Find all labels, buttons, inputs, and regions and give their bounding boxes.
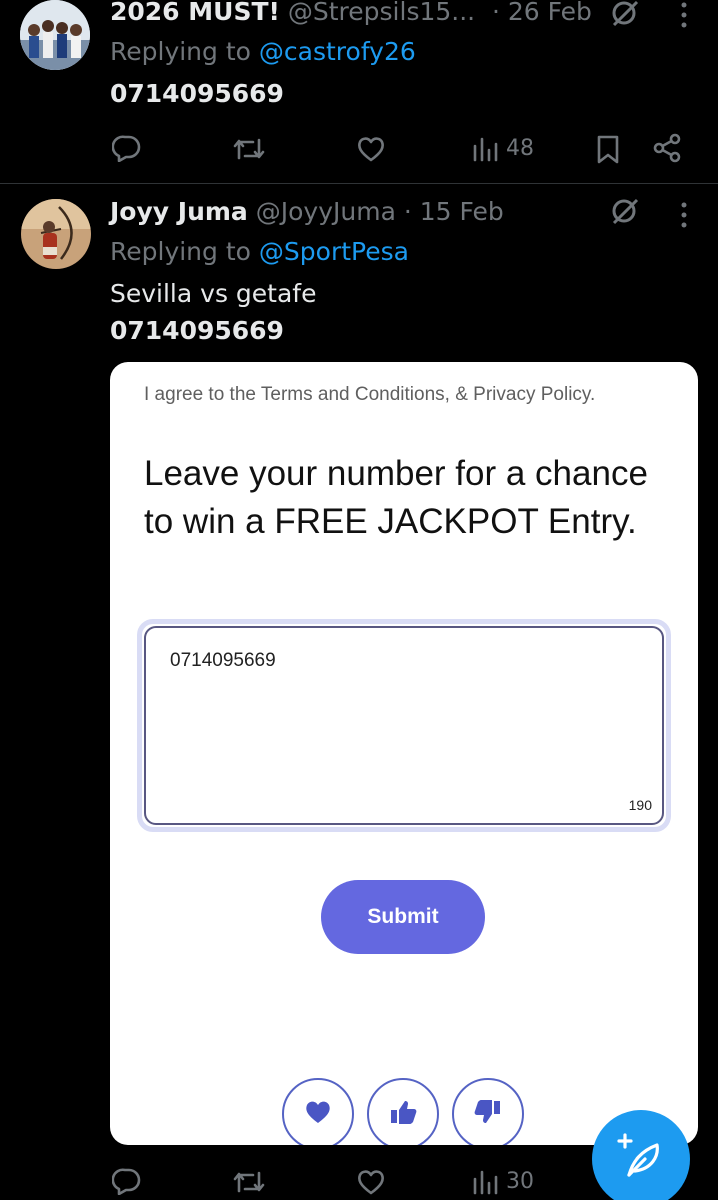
card-heading: Leave your number for a chance to win a …	[144, 454, 648, 541]
tweet2-retweet-icon[interactable]	[232, 1169, 266, 1195]
tweet2-text-line2: 0714095669	[110, 316, 284, 345]
card-terms-text: I agree to the Terms and Conditions, & P…	[144, 384, 596, 405]
card-thumbs-down-button[interactable]	[452, 1078, 524, 1145]
tweet1-views-icon[interactable]	[472, 136, 500, 162]
thumbs-up-icon	[389, 1098, 417, 1130]
tweet-divider	[0, 183, 718, 184]
tweet2-reply-prefix: Replying to	[110, 237, 251, 266]
tweet2-grok-icon[interactable]	[610, 198, 640, 226]
tweet1-reply-line: Replying to @castrofy26	[110, 37, 416, 67]
tweet1-avatar[interactable]	[20, 0, 90, 70]
tweet2-handle[interactable]: @JoyyJuma	[256, 197, 396, 226]
card-number-textarea[interactable]: 0714095669 190	[144, 626, 664, 825]
tweet2-views-count: 30	[506, 1169, 534, 1194]
card-char-counter: 190	[628, 797, 652, 813]
tweet1-share-icon[interactable]	[652, 133, 682, 163]
tweet1-text: 0714095669	[110, 79, 284, 108]
tweet2-text-line1: Sevilla vs getafe	[110, 279, 317, 308]
tweet2-display-name[interactable]: Joyy Juma	[110, 197, 248, 226]
compose-button[interactable]	[592, 1110, 690, 1200]
card-heart-button[interactable]	[282, 1078, 354, 1145]
tweet1-retweet-icon[interactable]	[232, 136, 266, 162]
tweet2-header: Joyy Juma @JoyyJuma · 15 Feb	[110, 197, 504, 227]
tweet1-reply-to-link[interactable]: @castrofy26	[259, 37, 416, 66]
thumbs-down-icon	[474, 1098, 502, 1130]
compose-feather-icon	[615, 1131, 667, 1187]
tweet1-date[interactable]: · 26 Feb	[492, 0, 592, 27]
tweet2-reply-icon[interactable]	[112, 1167, 142, 1195]
card-textarea-value: 0714095669	[170, 650, 276, 671]
tweet1-like-icon[interactable]	[356, 135, 386, 163]
tweet1-views-count: 48	[506, 136, 534, 161]
tweet2-reply-line: Replying to @SportPesa	[110, 237, 409, 267]
tweet1-header: 2026 MUST! @Strepsils15...	[110, 0, 475, 27]
card-submit-button[interactable]: Submit	[321, 880, 485, 954]
tweet2-reply-to-link[interactable]: @SportPesa	[259, 237, 409, 266]
tweet1-more-icon[interactable]	[680, 2, 688, 28]
tweet2-like-icon[interactable]	[356, 1168, 386, 1196]
tweet1-display-name[interactable]: 2026 MUST!	[110, 0, 280, 26]
tweet2-media-card[interactable]: I agree to the Terms and Conditions, & P…	[110, 362, 698, 1145]
tweet2-avatar[interactable]	[21, 199, 91, 269]
tweet1-handle[interactable]: @Strepsils15...	[288, 0, 475, 26]
tweet1-reply-prefix: Replying to	[110, 37, 251, 66]
tweet2-more-icon[interactable]	[680, 202, 688, 228]
tweet1-reply-icon[interactable]	[112, 134, 142, 162]
heart-icon	[304, 1099, 332, 1129]
card-thumbs-up-button[interactable]	[367, 1078, 439, 1145]
tweet2-date[interactable]: · 15 Feb	[404, 197, 504, 226]
tweet1-grok-icon[interactable]	[610, 0, 640, 28]
tweet2-views-icon[interactable]	[472, 1169, 500, 1195]
tweet1-bookmark-icon[interactable]	[596, 134, 620, 164]
